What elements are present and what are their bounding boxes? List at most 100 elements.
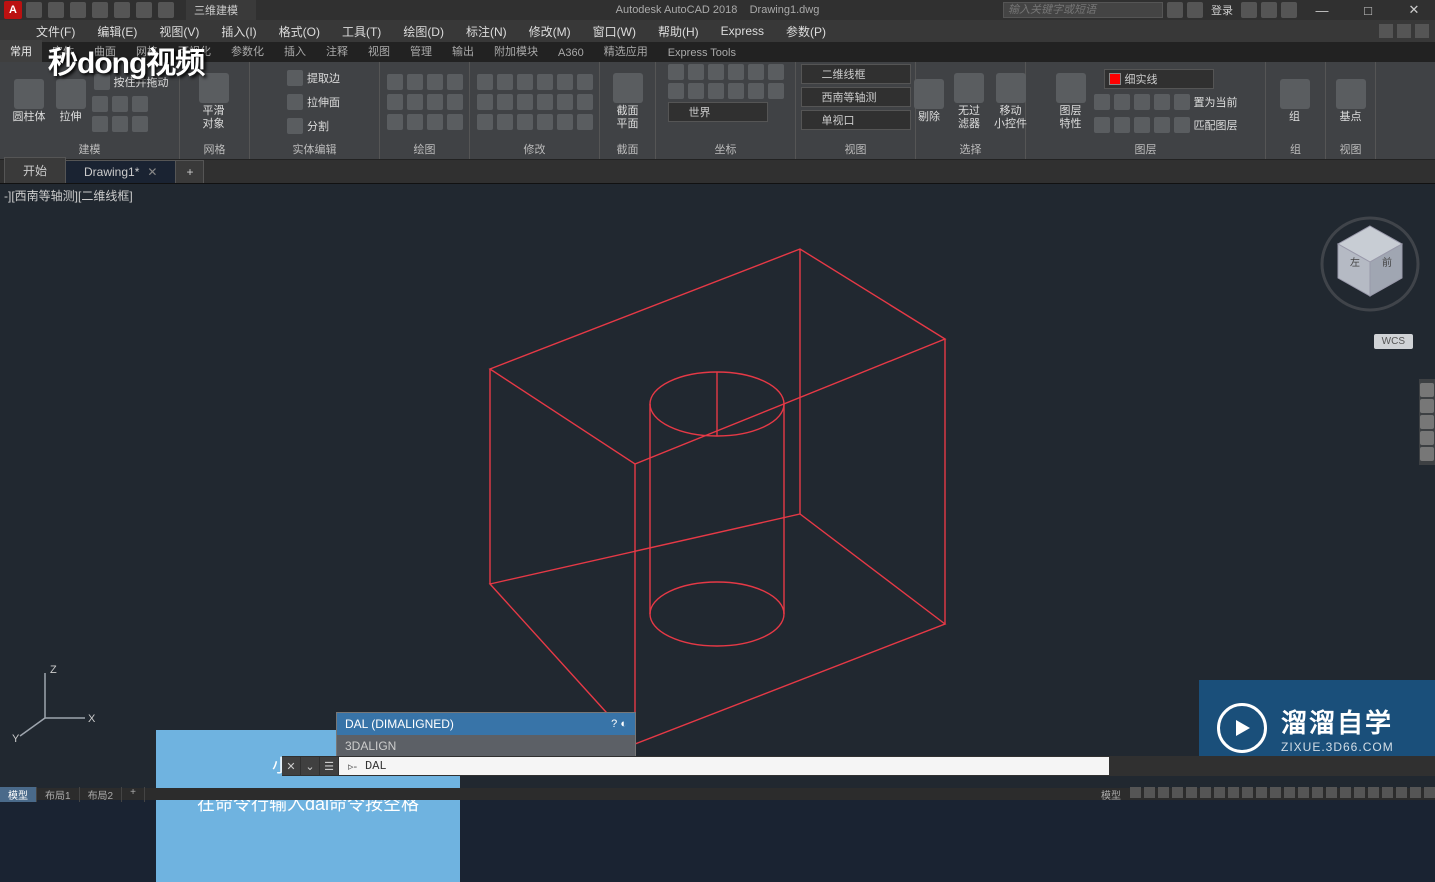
doc-minimize-icon[interactable]	[1379, 24, 1393, 38]
loft-icon[interactable]	[132, 96, 148, 112]
status-ortho-icon[interactable]	[1158, 787, 1169, 798]
move-icon[interactable]	[477, 74, 493, 90]
autocomplete-help-icon[interactable]: ?	[611, 718, 617, 730]
wcs-indicator[interactable]: WCS	[1374, 334, 1413, 349]
infocenter-search-input[interactable]	[1003, 2, 1163, 18]
ucs-icon2[interactable]	[688, 64, 704, 80]
qat-new-icon[interactable]	[26, 2, 42, 18]
exchange-apps-icon[interactable]	[1241, 2, 1257, 18]
layout-tab-model[interactable]: 模型	[0, 787, 37, 802]
extrude-face-button[interactable]: 拉伸面	[285, 92, 342, 112]
panel-title[interactable]: 绘图	[384, 139, 465, 159]
nofilter-button[interactable]: 无过滤器	[950, 71, 988, 131]
ribbon-tab-express[interactable]: Express Tools	[658, 44, 746, 62]
tab-start[interactable]: 开始	[4, 157, 66, 183]
menu-draw[interactable]: 绘图(D)	[397, 21, 450, 42]
hatch-icon[interactable]	[387, 114, 403, 130]
qat-saveas-icon[interactable]	[92, 2, 108, 18]
rect-icon[interactable]	[387, 94, 403, 110]
panel-title[interactable]: 建模	[4, 139, 175, 159]
status-cleanscreen-icon[interactable]	[1410, 787, 1421, 798]
scale-icon[interactable]	[497, 114, 513, 130]
view-cube[interactable]: 左 前	[1320, 214, 1420, 314]
panel-title[interactable]: 图层	[1030, 139, 1261, 159]
ucs-icon7[interactable]	[668, 83, 684, 99]
menu-express[interactable]: Express	[715, 22, 770, 40]
section-plane-button[interactable]: 截面 平面	[609, 71, 647, 131]
autocomplete-globe-icon[interactable]: ◐	[620, 718, 627, 730]
a360-icon[interactable]	[1261, 2, 1277, 18]
spline-icon[interactable]	[447, 94, 463, 110]
panel-title[interactable]: 修改	[474, 139, 595, 159]
ellipse-icon[interactable]	[427, 94, 443, 110]
infocenter-search-icon[interactable]	[1167, 2, 1183, 18]
status-grid-icon[interactable]	[1130, 787, 1141, 798]
mirror-icon[interactable]	[477, 94, 493, 110]
viewport-config-dropdown[interactable]: 单视口	[801, 110, 911, 130]
ribbon-tab-parametric[interactable]: 参数化	[221, 40, 274, 62]
menu-modify[interactable]: 修改(M)	[523, 21, 577, 42]
layout-tab-add[interactable]: +	[122, 787, 145, 802]
status-otrack-icon[interactable]	[1214, 787, 1225, 798]
menu-parametric[interactable]: 参数(P)	[780, 21, 832, 42]
set-current-button[interactable]: 置为当前	[1092, 92, 1240, 112]
match-layer-button[interactable]: 匹配图层	[1092, 115, 1240, 135]
subtract-icon[interactable]	[132, 116, 148, 132]
join-icon[interactable]	[577, 114, 593, 130]
panel-title[interactable]: 截面	[604, 139, 651, 159]
status-model-label[interactable]: 模型	[1101, 787, 1121, 802]
ribbon-tab-a360[interactable]: A360	[548, 44, 594, 62]
layer-props-button[interactable]: 图层 特性	[1052, 71, 1090, 131]
tab-new-button[interactable]: +	[175, 160, 204, 183]
slice-button[interactable]: 分割	[285, 116, 342, 136]
status-osnap-icon[interactable]	[1186, 787, 1197, 798]
status-customize-icon[interactable]	[1424, 787, 1435, 798]
ribbon-tab-manage[interactable]: 管理	[400, 40, 442, 62]
layout-tab-layout2[interactable]: 布局2	[80, 787, 123, 802]
panel-title[interactable]: 坐标	[660, 139, 791, 159]
menu-help[interactable]: 帮助(H)	[652, 21, 705, 42]
tab-drawing1[interactable]: Drawing1*✕	[65, 160, 176, 183]
fillet3d-icon[interactable]	[497, 94, 513, 110]
menu-dim[interactable]: 标注(N)	[460, 21, 513, 42]
tab-close-icon[interactable]: ✕	[147, 165, 157, 179]
ribbon-tab-annotate[interactable]: 注释	[316, 40, 358, 62]
autocomplete-item-3dalign[interactable]: 3DALIGN	[337, 735, 635, 757]
panel-title[interactable]: 组	[1270, 139, 1321, 159]
ucs-icon8[interactable]	[688, 83, 704, 99]
ucs-icon6[interactable]	[768, 64, 784, 80]
panel-title[interactable]: 视图	[800, 139, 911, 159]
region-icon[interactable]	[407, 114, 423, 130]
navbar-pan-icon[interactable]	[1420, 399, 1434, 413]
maximize-button[interactable]: □	[1347, 0, 1389, 20]
visual-style-dropdown[interactable]: 二维线框	[801, 64, 911, 84]
circle-icon[interactable]	[427, 74, 443, 90]
navbar-showmotion-icon[interactable]	[1420, 447, 1434, 461]
qat-redo-icon[interactable]	[158, 2, 174, 18]
panel-title[interactable]: 选择	[920, 139, 1021, 159]
status-dyn-icon[interactable]	[1242, 787, 1253, 798]
layer-dropdown[interactable]: 细实线	[1104, 69, 1214, 89]
pline-icon[interactable]	[407, 74, 423, 90]
array-icon[interactable]	[537, 94, 553, 110]
align-icon[interactable]	[577, 94, 593, 110]
polysolid-icon[interactable]	[92, 116, 108, 132]
extend-icon[interactable]	[537, 74, 553, 90]
signin-label[interactable]: 登录	[1211, 2, 1233, 18]
help-icon[interactable]	[1281, 2, 1297, 18]
menu-insert[interactable]: 插入(I)	[215, 21, 262, 42]
commandline-recent-icon[interactable]: ☰	[320, 757, 338, 775]
ucs-icon10[interactable]	[728, 83, 744, 99]
ucs-world-dropdown[interactable]: 世界	[668, 102, 768, 122]
command-input[interactable]	[339, 757, 1109, 775]
app-logo-icon[interactable]: A	[4, 1, 22, 19]
erase-icon[interactable]	[557, 74, 573, 90]
close-button[interactable]: ✕	[1393, 0, 1435, 20]
status-annomon-icon[interactable]	[1326, 787, 1337, 798]
doc-close-icon[interactable]	[1415, 24, 1429, 38]
menu-window[interactable]: 窗口(W)	[587, 21, 642, 42]
offset-icon[interactable]	[557, 94, 573, 110]
doc-restore-icon[interactable]	[1397, 24, 1411, 38]
status-3dosnap-icon[interactable]	[1200, 787, 1211, 798]
workspace-dropdown[interactable]: 三维建模	[186, 0, 256, 20]
